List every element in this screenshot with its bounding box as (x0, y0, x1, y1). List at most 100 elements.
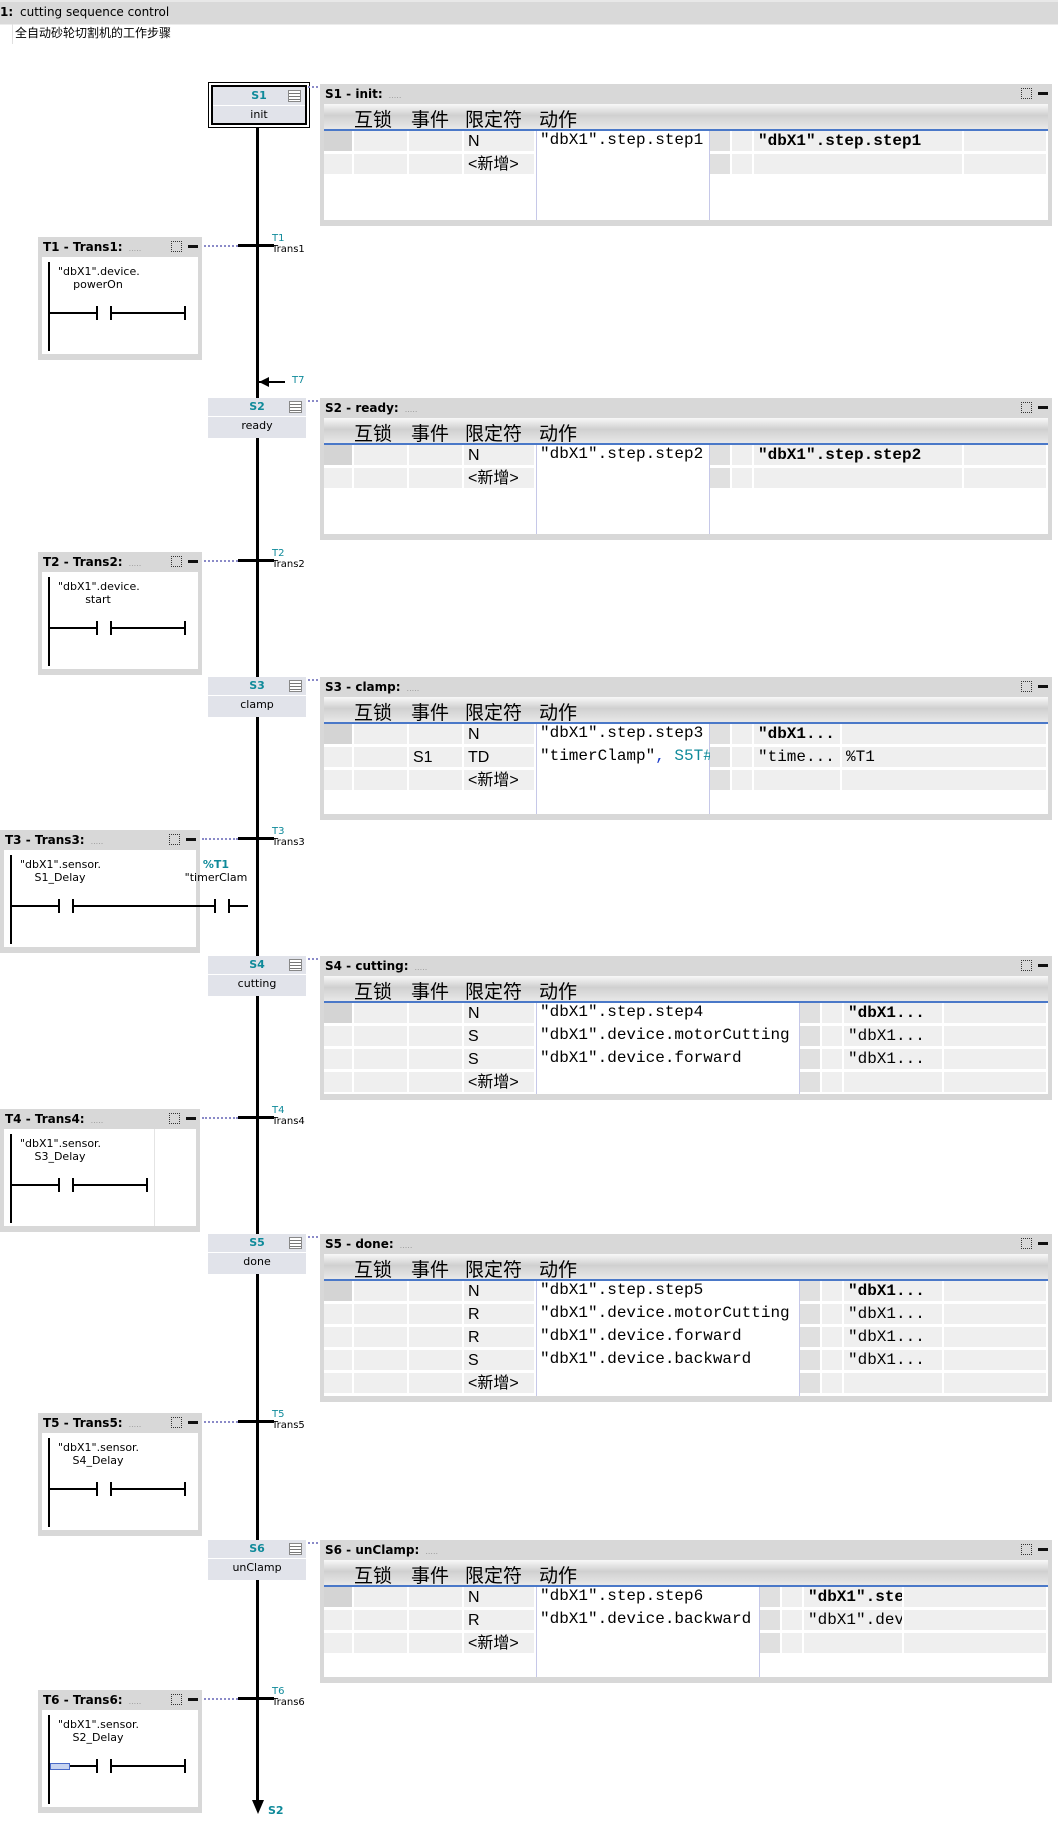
ref-selector[interactable] (710, 445, 732, 466)
contact-left-bar[interactable] (58, 899, 60, 913)
row-selector[interactable] (324, 724, 354, 745)
ref-selector[interactable] (710, 747, 732, 768)
maximize-icon[interactable] (171, 555, 182, 567)
row-selector[interactable] (324, 1610, 354, 1631)
action-cell[interactable]: "dbX1".device.motorCutting (540, 1024, 790, 1047)
maximize-icon[interactable] (169, 1112, 180, 1124)
qualifier-cell[interactable]: S (464, 1350, 536, 1371)
minimize-icon[interactable] (188, 559, 198, 563)
action-cell[interactable]: "dbX1".step.step3 (540, 722, 703, 745)
action-cell[interactable]: "dbX1".step.step4 (540, 1001, 703, 1024)
interlock-cell[interactable] (354, 1373, 409, 1394)
minimize-icon[interactable] (188, 1420, 198, 1424)
minimize-icon[interactable] (188, 1697, 198, 1701)
minimize-icon[interactable] (186, 837, 196, 841)
ref-selector[interactable] (710, 770, 732, 791)
interlock-cell[interactable] (354, 1049, 409, 1070)
event-cell[interactable] (409, 1327, 464, 1348)
action-cell[interactable]: "dbX1".device.motorCutting (540, 1302, 790, 1325)
jump-target-label[interactable]: S2 (268, 1804, 284, 1817)
table-row[interactable]: N (324, 445, 536, 467)
ref-selector[interactable] (710, 724, 732, 745)
table-row[interactable]: N (324, 131, 536, 153)
maximize-icon[interactable] (1021, 401, 1032, 413)
row-selector[interactable] (324, 1003, 354, 1024)
comment-placeholder[interactable]: ..... (129, 559, 142, 568)
action-table-icon[interactable] (288, 90, 301, 102)
comment-placeholder[interactable]: ..... (91, 1116, 104, 1125)
interlock-cell[interactable] (354, 445, 409, 466)
table-row[interactable]: N (324, 724, 536, 746)
event-cell[interactable] (409, 1003, 464, 1024)
event-cell[interactable] (409, 724, 464, 745)
interlock-cell[interactable] (354, 724, 409, 745)
contact-left-bar[interactable] (96, 1759, 98, 1773)
event-cell[interactable] (409, 1633, 464, 1654)
transition-t1[interactable] (238, 244, 274, 247)
comment-placeholder[interactable]: ..... (425, 1547, 438, 1556)
interlock-cell[interactable] (354, 1633, 409, 1654)
qualifier-cell[interactable]: N (464, 1003, 536, 1024)
interlock-cell[interactable] (354, 154, 409, 175)
ref-selector[interactable] (800, 1304, 822, 1325)
table-row[interactable]: R (324, 1304, 536, 1326)
ref-selector[interactable] (760, 1633, 782, 1654)
event-cell[interactable] (409, 1281, 464, 1302)
row-selector[interactable] (324, 1633, 354, 1654)
add-row[interactable]: <新增> (324, 468, 536, 490)
transition-t5[interactable] (238, 1420, 274, 1423)
table-row[interactable]: N (324, 1587, 536, 1609)
contact-left-bar[interactable] (96, 306, 98, 320)
qualifier-cell[interactable]: N (464, 131, 536, 152)
qualifier-cell[interactable]: N (464, 1281, 536, 1302)
minimize-icon[interactable] (186, 1116, 196, 1120)
row-selector[interactable] (324, 468, 354, 489)
comment-placeholder[interactable]: ..... (405, 405, 418, 414)
action-table-icon[interactable] (289, 1543, 302, 1555)
step-s5[interactable]: S5 done (208, 1234, 306, 1274)
comment-placeholder[interactable]: ..... (415, 963, 428, 972)
minimize-icon[interactable] (1038, 1547, 1048, 1551)
step-s1[interactable]: S1 init (211, 85, 307, 125)
minimize-icon[interactable] (1038, 1241, 1048, 1245)
ref-selector[interactable] (710, 131, 732, 152)
ref-selector[interactable] (760, 1587, 782, 1608)
interlock-cell[interactable] (354, 747, 409, 768)
table-row[interactable]: N (324, 1281, 536, 1303)
maximize-icon[interactable] (1021, 680, 1032, 692)
qualifier-cell[interactable]: <新增> (464, 154, 536, 175)
maximize-icon[interactable] (1021, 959, 1032, 971)
interlock-cell[interactable] (354, 131, 409, 152)
row-selector[interactable] (324, 1327, 354, 1348)
table-row[interactable]: S (324, 1049, 536, 1071)
interlock-cell[interactable] (354, 1281, 409, 1302)
comment-placeholder[interactable]: ..... (91, 837, 104, 846)
contact-left-bar[interactable] (214, 899, 216, 913)
step-s4[interactable]: S4 cutting (208, 956, 306, 996)
step-s2[interactable]: S2 ready (208, 398, 306, 438)
minimize-icon[interactable] (1038, 963, 1048, 967)
add-row[interactable]: <新增> (324, 1373, 536, 1395)
minimize-icon[interactable] (1038, 91, 1048, 95)
row-selector[interactable] (324, 131, 354, 152)
interlock-cell[interactable] (354, 1587, 409, 1608)
qualifier-cell[interactable]: N (464, 445, 536, 466)
qualifier-cell[interactable]: R (464, 1304, 536, 1325)
action-cell[interactable]: "dbX1".device.backward (540, 1348, 751, 1371)
table-row[interactable]: R (324, 1327, 536, 1349)
event-cell[interactable] (409, 445, 464, 466)
comment-placeholder[interactable]: ..... (400, 1241, 413, 1250)
row-selector[interactable] (324, 1350, 354, 1371)
table-row[interactable]: R (324, 1610, 536, 1632)
action-cell[interactable]: "dbX1".step.step5 (540, 1279, 703, 1302)
action-cell[interactable]: "dbX1".device.backward (540, 1608, 751, 1631)
contact-left-bar[interactable] (96, 621, 98, 635)
maximize-icon[interactable] (171, 240, 182, 252)
event-cell[interactable] (409, 131, 464, 152)
interlock-cell[interactable] (354, 1327, 409, 1348)
qualifier-cell[interactable]: N (464, 1587, 536, 1608)
comment-placeholder[interactable]: ..... (129, 1697, 142, 1706)
action-table-icon[interactable] (289, 1237, 302, 1249)
qualifier-cell[interactable]: <新增> (464, 770, 536, 791)
qualifier-cell[interactable]: <新增> (464, 1633, 536, 1654)
